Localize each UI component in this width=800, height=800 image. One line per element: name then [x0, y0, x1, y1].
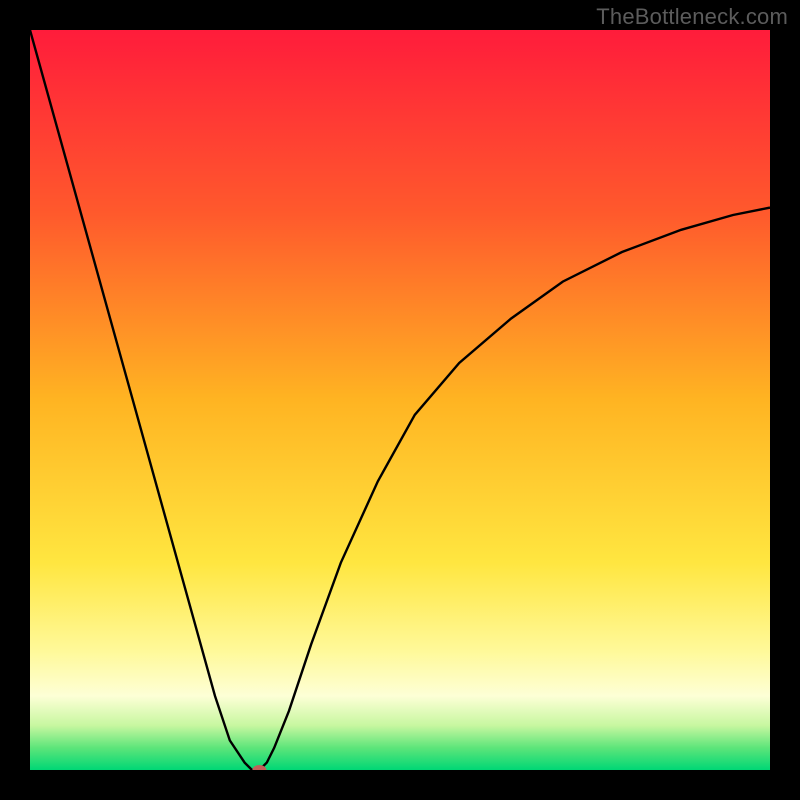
plot-area [30, 30, 770, 770]
watermark-text: TheBottleneck.com [596, 4, 788, 30]
gradient-background [30, 30, 770, 770]
chart-frame: TheBottleneck.com [0, 0, 800, 800]
chart-svg [30, 30, 770, 770]
